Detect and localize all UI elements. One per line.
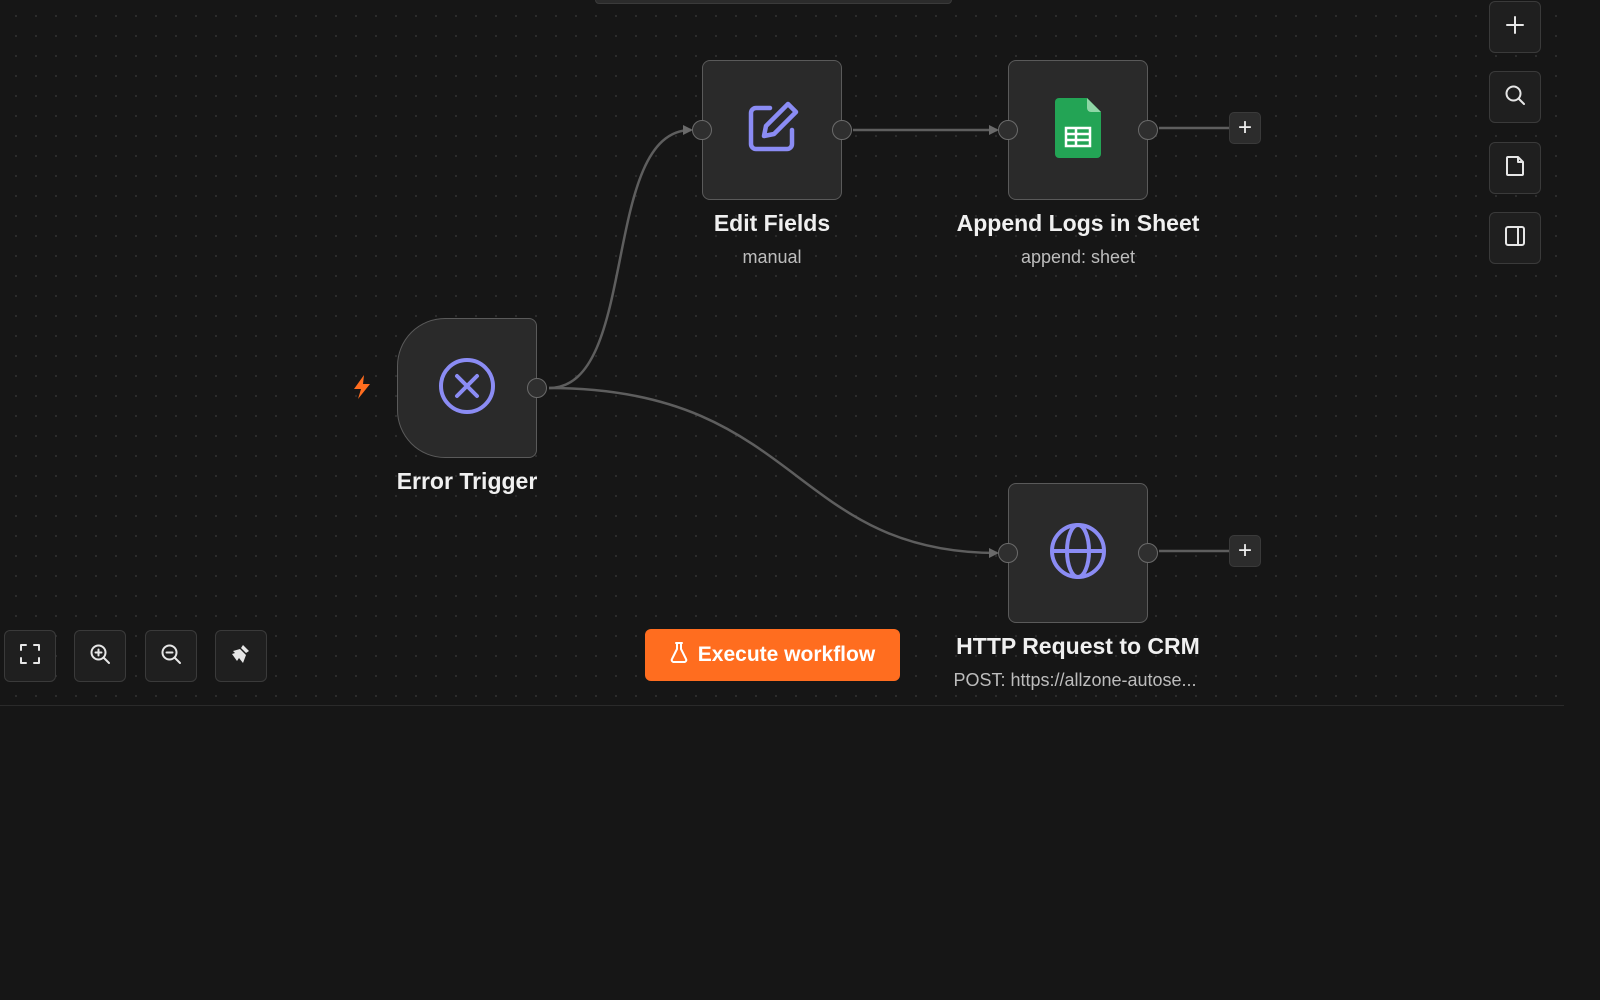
fit-view-button[interactable] bbox=[4, 630, 56, 682]
add-node-after-http-button[interactable]: + bbox=[1229, 535, 1261, 567]
panel-right-icon bbox=[1504, 225, 1526, 252]
search-icon bbox=[1504, 84, 1526, 111]
plus-icon bbox=[1505, 15, 1525, 40]
workflow-canvas[interactable]: Error Trigger Edit Fields manual Append … bbox=[0, 0, 1564, 706]
trigger-bolt-icon bbox=[350, 374, 374, 405]
input-handle[interactable] bbox=[692, 120, 712, 140]
output-handle[interactable] bbox=[1138, 543, 1158, 563]
node-http-request[interactable] bbox=[998, 483, 1158, 623]
search-nodes-button[interactable] bbox=[1489, 71, 1541, 123]
add-node-after-sheet-button[interactable]: + bbox=[1229, 112, 1261, 144]
google-sheets-icon bbox=[1055, 97, 1101, 163]
edit-icon bbox=[742, 98, 802, 163]
sticky-note-icon bbox=[1505, 155, 1525, 182]
toggle-panel-button[interactable] bbox=[1489, 212, 1541, 264]
node-title-append-logs: Append Logs in Sheet bbox=[956, 210, 1200, 236]
flask-icon bbox=[670, 641, 688, 669]
node-title-error-trigger: Error Trigger bbox=[396, 468, 538, 494]
node-subtitle-edit-fields: manual bbox=[742, 247, 802, 267]
add-sticky-note-button[interactable] bbox=[1489, 142, 1541, 194]
zoom-out-icon bbox=[160, 643, 182, 670]
zoom-in-button[interactable] bbox=[74, 630, 126, 682]
input-handle[interactable] bbox=[998, 543, 1018, 563]
node-subtitle-http-request: POST: https://allzone-autose... bbox=[953, 670, 1197, 690]
globe-icon bbox=[1048, 521, 1108, 586]
node-append-logs[interactable] bbox=[998, 60, 1158, 200]
node-error-trigger[interactable] bbox=[397, 318, 547, 458]
execute-workflow-label: Execute workflow bbox=[697, 643, 876, 666]
node-title-edit-fields: Edit Fields bbox=[713, 210, 831, 236]
zoom-out-button[interactable] bbox=[145, 630, 197, 682]
zoom-in-icon bbox=[89, 643, 111, 670]
output-handle[interactable] bbox=[832, 120, 852, 140]
node-edit-fields[interactable] bbox=[692, 60, 852, 200]
node-subtitle-append-logs: append: sheet bbox=[1020, 247, 1136, 267]
add-node-button[interactable] bbox=[1489, 1, 1541, 53]
error-circle-icon bbox=[437, 356, 497, 421]
fit-view-icon bbox=[19, 643, 41, 670]
broom-icon bbox=[229, 642, 253, 671]
node-title-http-request: HTTP Request to CRM bbox=[956, 633, 1200, 659]
input-handle[interactable] bbox=[998, 120, 1018, 140]
tidy-up-button[interactable] bbox=[215, 630, 267, 682]
output-handle[interactable] bbox=[527, 378, 547, 398]
output-handle[interactable] bbox=[1138, 120, 1158, 140]
execute-workflow-button[interactable]: Execute workflow bbox=[645, 629, 900, 681]
